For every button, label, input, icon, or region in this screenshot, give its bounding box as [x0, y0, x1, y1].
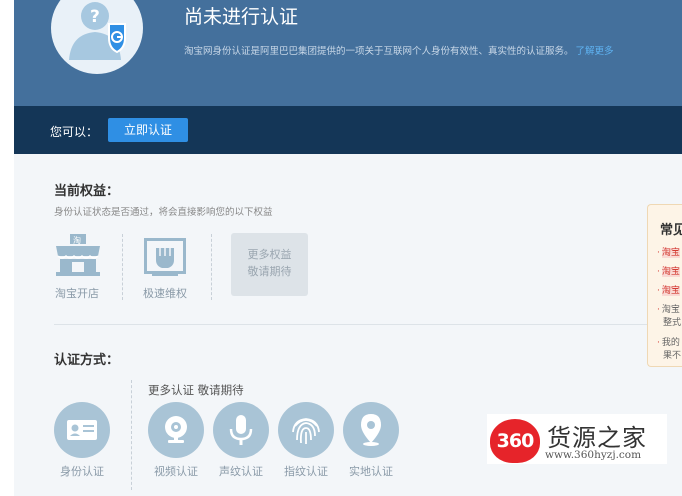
fingerprint-icon	[292, 418, 320, 444]
faq-item[interactable]: · 淘宝	[657, 283, 680, 296]
hero-description: 淘宝网身份认证是阿里巴巴集团提供的一项关于互联网个人身份有效性、真实性的认证服务…	[184, 43, 614, 57]
method-id-card[interactable]	[54, 402, 110, 458]
benefit-label-rights: 极速维权	[143, 287, 187, 300]
learn-more-link[interactable]: 了解更多	[576, 46, 614, 57]
method-video[interactable]	[148, 402, 204, 458]
site-watermark: 360 货源之家 www.360hyzj.com	[487, 414, 667, 464]
method-label-id: 身份认证	[60, 465, 104, 478]
benefits-title: 当前权益：	[54, 184, 120, 199]
verify-now-button[interactable]: 立即认证	[108, 118, 188, 142]
faq-item[interactable]: · 淘宝	[657, 302, 680, 315]
method-label-onsite: 实地认证	[349, 465, 393, 478]
shop-icon: 淘	[54, 232, 102, 282]
more-benefits-line1: 更多权益	[247, 248, 292, 261]
hero-banner: ? 尚未进行认证 淘宝网身份认证是阿里巴巴集团提供的一项关于互联网个人身份有效性…	[14, 0, 682, 106]
methods-divider	[131, 380, 132, 490]
faq-item[interactable]: · 淘宝	[657, 245, 680, 258]
faq-item-continuation: 果不	[663, 351, 682, 361]
location-pin-icon	[361, 414, 381, 446]
faq-item[interactable]: · 我的	[657, 335, 680, 348]
benefit-divider	[122, 234, 123, 300]
benefit-divider	[211, 234, 212, 300]
method-label-fingerprint: 指纹认证	[284, 465, 328, 478]
hero-description-text: 淘宝网身份认证是阿里巴巴集团提供的一项关于互联网个人身份有效性、真实性的认证服务…	[184, 46, 574, 57]
section-divider	[54, 324, 664, 325]
faq-panel: 常见 ·淘宝 ·淘宝 ·淘宝 ·淘宝 整式 ·我的 果不	[647, 204, 682, 367]
page-edge	[0, 0, 14, 496]
watermark-site-name: 货源之家	[547, 424, 647, 452]
more-benefits-line2: 敬请期待	[247, 265, 292, 278]
method-label-video: 视频认证	[154, 465, 198, 478]
svg-text:淘: 淘	[73, 235, 81, 245]
you-can-label: 您可以：	[50, 125, 99, 139]
id-card-icon	[67, 420, 97, 440]
method-onsite[interactable]	[343, 402, 399, 458]
more-methods-label: 更多认证 敬请期待	[148, 383, 244, 397]
faq-item-continuation: 整式	[663, 318, 682, 328]
page-title: 尚未进行认证	[184, 6, 299, 28]
unverified-user-icon: ?	[69, 2, 126, 60]
methods-title: 认证方式：	[54, 353, 120, 368]
action-bar: 您可以： 立即认证	[14, 106, 682, 154]
method-voice[interactable]	[213, 402, 269, 458]
webcam-icon	[165, 416, 187, 443]
faq-title: 常见	[660, 223, 682, 238]
fist-icon	[142, 236, 188, 282]
faq-item[interactable]: · 淘宝	[657, 264, 680, 277]
watermark-url: www.360hyzj.com	[545, 449, 642, 461]
avatar: ?	[51, 0, 143, 74]
watermark-logo: 360	[490, 419, 540, 463]
more-benefits-box: 更多权益 敬请期待	[231, 233, 308, 296]
benefits-description: 身份认证状态是否通过，将会直接影响您的以下权益	[54, 207, 273, 218]
method-label-voice: 声纹认证	[219, 465, 263, 478]
microphone-icon	[229, 415, 253, 445]
method-fingerprint[interactable]	[278, 402, 334, 458]
svg-text:?: ?	[90, 7, 100, 27]
benefit-label-shop: 淘宝开店	[55, 287, 99, 300]
